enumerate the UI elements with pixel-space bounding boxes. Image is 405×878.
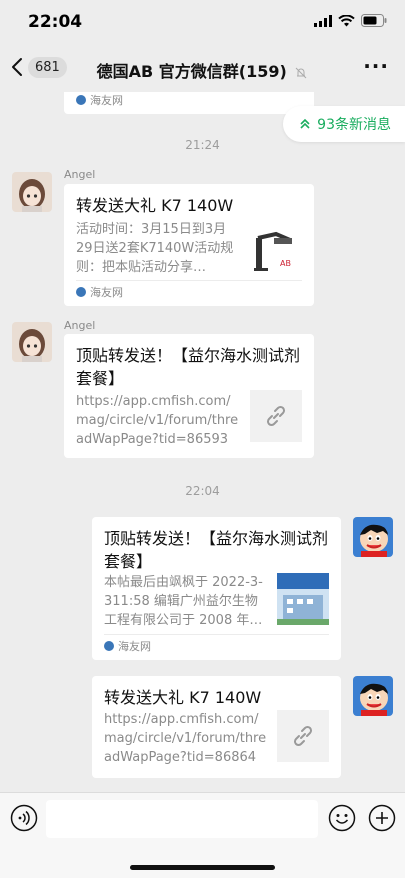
chat-area[interactable]: 海友网 21:24 Angel 转发送大礼 K7 140W 活动时间：3月15日… xyxy=(0,92,405,792)
link-icon xyxy=(293,725,313,747)
link-icon xyxy=(266,405,286,427)
card-description: https://app.cmfish.com/mag/circle/v1/for… xyxy=(76,394,239,447)
home-indicator xyxy=(130,865,275,870)
message-card-partial[interactable]: 海友网 xyxy=(64,92,314,114)
card-divider xyxy=(104,634,329,635)
emoji-button[interactable] xyxy=(328,804,356,836)
card-description: 本帖最后由飒枫于 2022-3-311:58 编辑广州益尔生物工程有限公司于 2… xyxy=(104,575,263,628)
card-title: 顶贴转发送！【益尔海水测试剂套餐】 xyxy=(104,529,329,571)
avatar[interactable] xyxy=(12,322,52,362)
message-input[interactable] xyxy=(46,800,318,838)
double-chevron-up-icon xyxy=(300,118,310,129)
card-source: 海友网 xyxy=(76,284,123,300)
message-card-self[interactable]: 顶贴转发送！【益尔海水测试剂套餐】 本帖最后由飒枫于 2022-3-311:58… xyxy=(92,517,341,660)
new-messages-button[interactable]: 93条新消息 xyxy=(283,106,405,142)
sender-name: Angel xyxy=(64,168,96,181)
card-divider xyxy=(76,280,302,281)
link-thumbnail xyxy=(277,710,329,762)
message-card-self[interactable]: 转发送大礼 K7 140W https://app.cmfish.com/mag… xyxy=(92,676,341,778)
voice-icon xyxy=(10,804,38,832)
voice-button[interactable] xyxy=(10,804,38,836)
source-logo-icon xyxy=(76,287,86,297)
svg-text:AB: AB xyxy=(280,259,291,268)
avatar-cartoon-boy-icon xyxy=(353,517,393,557)
company-building-icon xyxy=(277,573,329,625)
avatar-girl-icon xyxy=(12,172,52,212)
more-button[interactable]: ··· xyxy=(363,54,389,78)
nav-bar: 681 德国AB 官方微信群(159) ··· xyxy=(0,46,405,92)
plus-button[interactable] xyxy=(368,804,396,836)
mute-bell-icon xyxy=(296,67,307,78)
chat-title-wrap: 德国AB 官方微信群(159) xyxy=(0,58,405,82)
message-card[interactable]: 顶贴转发送！【益尔海水测试剂套餐】 https://app.cmfish.com… xyxy=(64,334,314,458)
battery-icon xyxy=(361,14,387,27)
message-card[interactable]: 转发送大礼 K7 140W 活动时间：3月15日到3月29日送2套K7140W活… xyxy=(64,184,314,306)
card-description: 活动时间：3月15日到3月29日送2套K7140W活动规则：把本贴活动分享… xyxy=(76,222,234,275)
timestamp: 22:04 xyxy=(185,484,220,498)
card-title: 转发送大礼 K7 140W xyxy=(104,688,262,707)
wifi-icon xyxy=(338,14,355,26)
sender-name: Angel xyxy=(64,319,96,332)
status-icons xyxy=(314,14,387,27)
signal-icon xyxy=(314,14,332,27)
link-thumbnail xyxy=(250,390,302,442)
card-title: 顶贴转发送！【益尔海水测试剂套餐】 xyxy=(76,346,301,388)
card-thumbnail xyxy=(277,573,329,625)
emoji-icon xyxy=(328,804,356,832)
source-logo-icon xyxy=(76,95,86,105)
card-thumbnail: AB xyxy=(250,226,302,278)
card-source: 海友网 xyxy=(76,92,123,108)
input-bar xyxy=(0,792,405,878)
avatar[interactable] xyxy=(12,172,52,212)
plus-circle-icon xyxy=(368,804,396,832)
card-title: 转发送大礼 K7 140W xyxy=(76,196,234,215)
avatar-girl-icon xyxy=(12,322,52,362)
new-messages-label: 93条新消息 xyxy=(317,117,391,133)
source-logo-icon xyxy=(104,641,114,651)
status-time: 22:04 xyxy=(28,12,83,32)
card-description: https://app.cmfish.com/mag/circle/v1/for… xyxy=(104,712,267,765)
card-source: 海友网 xyxy=(104,638,151,654)
self-avatar[interactable] xyxy=(353,517,393,557)
chat-title: 德国AB 官方微信群(159) xyxy=(96,62,287,81)
aquarium-light-icon: AB xyxy=(254,231,292,271)
self-avatar[interactable] xyxy=(353,676,393,716)
avatar-cartoon-boy-icon xyxy=(353,676,393,716)
status-bar: 22:04 xyxy=(0,0,405,46)
